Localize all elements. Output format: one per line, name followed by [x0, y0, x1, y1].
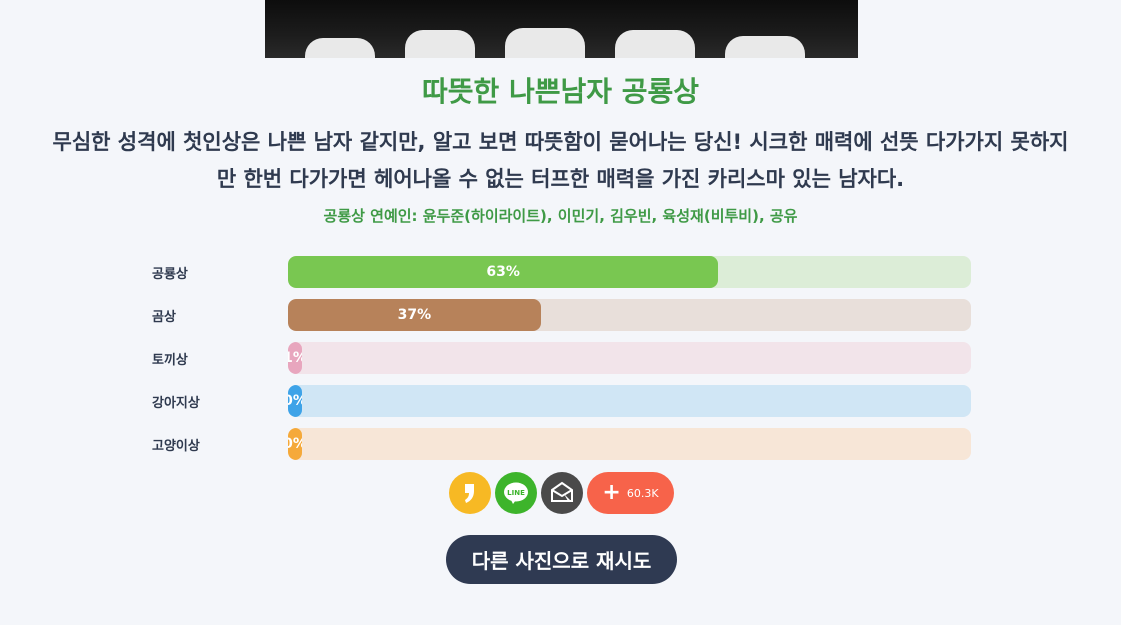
plus-icon: + [602, 480, 621, 505]
uploaded-photo [265, 0, 858, 58]
bar: 0% [288, 385, 302, 417]
bar-track: 0% [288, 385, 971, 417]
line-share-button[interactable]: LINE [495, 472, 537, 514]
result-description: 무심한 성격에 첫인상은 나쁜 남자 같지만, 알고 보면 따뜻함이 묻어나는 … [52, 130, 1069, 191]
kakao-story-icon [465, 484, 474, 503]
bar-track: 0% [288, 428, 971, 460]
bar-track: 63% [288, 256, 971, 288]
bar-value-label: 1% [288, 350, 302, 366]
share-count: 60.3K [626, 486, 659, 500]
bar-value-label: 37% [397, 307, 432, 323]
bar: 63% [288, 256, 719, 288]
bar-value-label: 0% [288, 393, 302, 409]
line-icon: LINE [504, 482, 528, 504]
bar: 0% [288, 428, 302, 460]
share-buttons: LINE + 60.3K [449, 472, 674, 514]
celebrity-list: 공룡상 연예인: 윤두준(하이라이트), 이민기, 김우빈, 육성재(비투비),… [323, 207, 798, 225]
bar-label: 공룡상 [152, 267, 188, 282]
svg-text:LINE: LINE [507, 489, 525, 497]
bar-row: 고양이상 0% [0, 428, 1121, 460]
bar: 1% [288, 342, 302, 374]
bar: 37% [288, 299, 541, 331]
bar-track: 37% [288, 299, 971, 331]
bar-value-label: 0% [288, 436, 302, 452]
bar-label: 곰상 [152, 310, 176, 325]
bar-label: 강아지상 [152, 396, 200, 411]
kakao-story-share-button[interactable] [449, 472, 491, 514]
retry-button[interactable]: 다른 사진으로 재시도 [446, 535, 677, 584]
envelope-icon [551, 481, 573, 502]
bar-row: 토끼상 1% [0, 342, 1121, 374]
bar-track: 1% [288, 342, 971, 374]
result-title: 따뜻한 나쁜남자 공룡상 [421, 75, 700, 108]
bar-label: 토끼상 [152, 353, 188, 368]
bar-value-label: 63% [486, 264, 520, 280]
bar-row: 강아지상 0% [0, 385, 1121, 417]
more-share-button[interactable]: + 60.3K [587, 472, 674, 514]
bar-row: 공룡상 63% [0, 256, 1121, 288]
bar-row: 곰상 37% [0, 299, 1121, 331]
bar-label: 고양이상 [152, 439, 200, 454]
email-share-button[interactable] [541, 472, 583, 514]
